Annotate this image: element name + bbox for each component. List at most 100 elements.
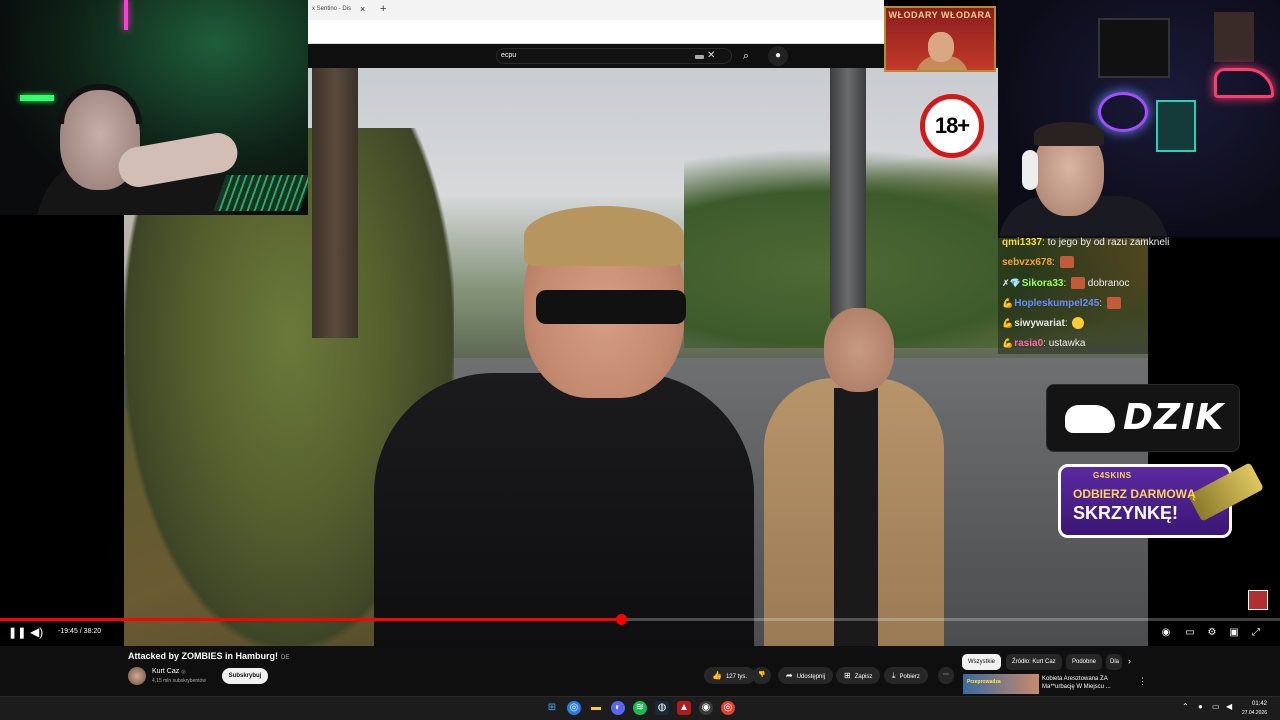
channel-name-text: Kurt Caz [152, 668, 180, 675]
steam-icon[interactable]: ◍ [655, 701, 669, 715]
pause-button[interactable]: ❚❚ [8, 626, 26, 640]
verified-icon: ◎ [181, 669, 186, 675]
stream-chat: qmi1337: to jego by od razu zamkneli sebv… [998, 236, 1280, 354]
mic-icon: ● [774, 50, 782, 61]
chip-source[interactable]: Źródło: Kurt Caz [1006, 654, 1062, 670]
volume-icon[interactable]: ◀) [30, 625, 43, 639]
chat-text: ustawka [1048, 338, 1086, 349]
chat-badge-icon: ✗💎 [1002, 278, 1021, 288]
chat-message: 💪rasia0: ustawka [1002, 336, 1085, 351]
skins-brand: G4SKINS [1093, 471, 1132, 480]
download-button[interactable]: ⤓ Pobierz [884, 667, 928, 684]
video-player[interactable]: x Sentino - Dis × + ecpu ✕ ⌕ ● WŁODARY W… [0, 0, 1280, 646]
windows-start-icon[interactable]: ⊞ [545, 701, 559, 715]
sunglasses [536, 290, 686, 324]
wlodary-title: WŁODARY WŁODARA [888, 10, 992, 20]
dislike-button[interactable]: 👎 [752, 667, 772, 684]
share-button[interactable]: ➦ Udostępnij [778, 667, 834, 684]
app-icon[interactable]: ▲ [677, 701, 691, 715]
miniplayer-icon[interactable]: ▣ [1226, 625, 1242, 641]
fullscreen-icon[interactable]: ⤢ [1248, 625, 1264, 641]
chat-username[interactable]: sebvzx678 [1002, 257, 1052, 268]
browser-tab[interactable]: x Sentino - Dis [308, 0, 378, 20]
save-button[interactable]: ⊞ Zapisz [836, 667, 881, 684]
channel-watermark[interactable] [1248, 590, 1268, 610]
browser-address-area [308, 20, 884, 44]
chat-message: sebvzx678: [1002, 256, 1074, 270]
subscriber-count: 4,15 mln subskrybentów [152, 678, 206, 684]
discord-icon[interactable]: ◐ [611, 701, 625, 715]
progress-bar[interactable] [0, 614, 1280, 625]
chat-text: dobranoc [1087, 278, 1130, 289]
kebab-menu-icon[interactable]: ⋮ [1138, 676, 1147, 687]
monitor-icon[interactable]: ▭ [1212, 702, 1220, 711]
clock-date[interactable]: 27.04.2026 [1242, 710, 1267, 716]
skins-promo-headline: SKRZYNKĘ! [1073, 503, 1179, 523]
chat-username[interactable]: qmi1337 [1002, 237, 1042, 248]
download-label: Pobierz [899, 674, 920, 680]
microphone-icon[interactable]: ● [1198, 702, 1203, 711]
boar-icon [1065, 405, 1115, 433]
recommended-title[interactable]: Kobieta Aresztowana ZA Ma**urbację W Mie… [1042, 675, 1132, 691]
chrome-icon[interactable]: ◎ [567, 701, 581, 715]
subscribe-button[interactable]: Subskrybuj [222, 668, 268, 684]
spotify-icon[interactable]: ≋ [633, 701, 647, 715]
obs-icon[interactable]: ◉ [699, 701, 713, 715]
dzik-logo-text: DZIK [1123, 397, 1225, 438]
wlodary-banner: WŁODARY WŁODARA [884, 6, 996, 72]
chat-emote-icon [1071, 277, 1086, 290]
chat-emote-icon [1072, 317, 1085, 330]
more-actions-button[interactable]: ⋯ [938, 667, 954, 684]
chat-separator: : [1064, 318, 1071, 329]
thumbs-down-icon: 👎 [758, 672, 766, 678]
browser-tab-title: x Sentino - Dis [312, 6, 352, 12]
settings-icon[interactable]: ⚙ [1204, 625, 1220, 641]
channel-avatar[interactable] [128, 667, 146, 685]
search-input[interactable]: ecpu ✕ [496, 48, 732, 64]
autoplay-toggle[interactable]: ◉ [1158, 625, 1174, 641]
chat-username[interactable]: Hopleskumpel245 [1014, 298, 1099, 309]
neon-sign [1098, 92, 1148, 132]
age-rating-badge: 18+ [920, 94, 984, 158]
companion [764, 308, 944, 646]
chip-all[interactable]: Wszystkie [962, 654, 1001, 670]
chat-separator: : [1052, 257, 1058, 268]
save-label: Zapisz [854, 674, 873, 680]
chat-emote-icon [1106, 297, 1121, 310]
rifle-icon [1188, 462, 1264, 522]
clock-time[interactable]: 01:42 [1252, 701, 1267, 707]
share-icon: ➦ [786, 671, 793, 680]
tab-close-icon[interactable]: × [360, 4, 365, 14]
video-title: Attacked by ZOMBIES in Hamburg! DE [128, 651, 289, 661]
channel-name[interactable]: Kurt Caz ◎ [152, 668, 186, 675]
speaker-icon[interactable]: ◀ [1226, 702, 1232, 711]
skins-promo-banner: G4SKINS ODBIERZ DARMOWĄ SKRZYNKĘ! [1058, 462, 1264, 538]
chrome-active-icon[interactable]: ◎ [721, 701, 735, 715]
chat-username[interactable]: rasia0 [1014, 338, 1043, 349]
time-display: -19:45 / 38:20 [58, 628, 102, 635]
rgb-keyboard [213, 175, 308, 211]
voice-search-button[interactable]: ● [768, 46, 788, 66]
search-button[interactable]: ⌕ [736, 46, 756, 66]
clear-search-icon[interactable]: ✕ [707, 50, 715, 61]
chat-username[interactable]: Sikora33 [1022, 278, 1064, 289]
chat-text: to jego by od razu zamkneli [1047, 237, 1170, 248]
skins-promo-line: ODBIERZ DARMOWĄ [1073, 487, 1196, 501]
recommended-thumbnail[interactable]: Przeprowadza [963, 674, 1039, 694]
thumbs-up-icon: 👍 [712, 671, 722, 680]
chat-username[interactable]: siwywariat [1014, 318, 1065, 329]
subtitles-icon[interactable]: ▭ [1182, 625, 1198, 641]
chip-more[interactable]: Dla [1106, 654, 1122, 670]
neon-sign [1214, 68, 1274, 98]
chat-badge-icon: 💪 [1002, 338, 1014, 348]
windows-taskbar: ⊞ ◎ ▬ ◐ ≋ ◍ ▲ ◉ ◎ ⌃ ● ▭ ◀ 01:42 27.04.20… [0, 696, 1280, 720]
chevron-right-icon[interactable]: › [1128, 656, 1131, 666]
keyboard-icon[interactable] [695, 55, 704, 59]
folder-icon[interactable]: ▬ [589, 701, 603, 715]
chip-similar[interactable]: Podobne [1066, 654, 1103, 670]
tray-chevron-up-icon[interactable]: ⌃ [1182, 702, 1189, 711]
new-tab-button[interactable]: + [380, 3, 386, 15]
language-badge: DE [281, 655, 290, 661]
thumbnail-label: Przeprowadza [967, 679, 1001, 685]
like-button[interactable]: 👍 127 tys. [704, 667, 755, 684]
